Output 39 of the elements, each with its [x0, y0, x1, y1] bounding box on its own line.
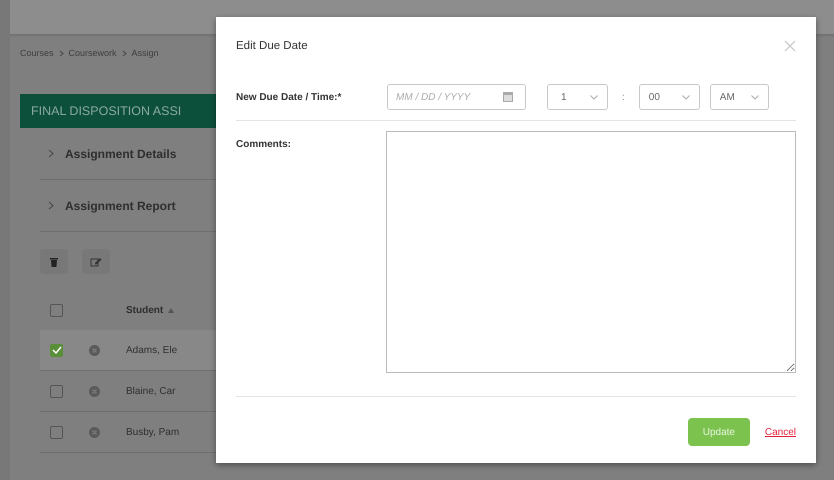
date-field[interactable]: MM / DD / YYYY [387, 84, 526, 110]
comments-label: Comments: [236, 138, 292, 150]
remove-icon[interactable] [89, 426, 100, 438]
breadcrumb-chevron-icon [58, 50, 64, 56]
student-name: Blaine, Car [126, 386, 176, 396]
remove-icon[interactable] [89, 386, 100, 396]
remove-icon[interactable] [89, 344, 100, 356]
student-name: Busby, Pam [126, 426, 180, 438]
due-date-label: New Due Date / Time:* [236, 92, 342, 102]
trash-icon [50, 256, 58, 266]
breadcrumb-link[interactable]: Courses [20, 48, 54, 58]
student-name: Adams, Ele [126, 344, 178, 356]
update-button[interactable]: Update [688, 418, 750, 446]
chevron-down-icon [750, 94, 759, 100]
delete-button[interactable] [40, 249, 68, 274]
breadcrumb-link[interactable]: Coursework [68, 48, 117, 58]
time-separator: : [622, 92, 625, 102]
chevron-icon [48, 149, 54, 158]
column-header[interactable]: Student [126, 304, 174, 316]
chevron-icon [48, 201, 54, 210]
checkbox[interactable] [50, 304, 63, 316]
minute-dropdown[interactable]: 00 [638, 84, 700, 110]
calendar-icon[interactable] [503, 92, 513, 102]
chevron-down-icon [682, 94, 690, 100]
checkbox[interactable] [50, 384, 63, 398]
breadcrumb-chevron-icon [122, 50, 127, 56]
breadcrumb-link[interactable]: Assign [132, 48, 159, 58]
period-dropdown[interactable]: AM [710, 84, 769, 110]
dialog-title: Edit Due Date [236, 40, 308, 52]
chevron-down-icon [590, 94, 598, 100]
hour-dropdown[interactable]: 1 [547, 84, 608, 110]
cancel-link[interactable]: Cancel [764, 426, 796, 438]
close-icon[interactable] [784, 40, 796, 52]
checkbox[interactable] [50, 426, 63, 438]
sort-arrow-icon [168, 308, 174, 312]
edit-icon [90, 256, 102, 266]
edit-button[interactable] [82, 249, 110, 274]
comments-field[interactable] [386, 131, 796, 373]
checkbox[interactable] [50, 344, 63, 356]
